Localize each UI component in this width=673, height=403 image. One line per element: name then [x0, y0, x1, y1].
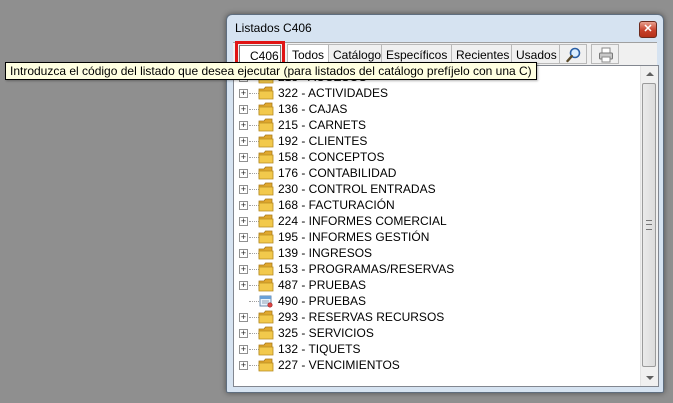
- folder-icon: [258, 262, 274, 276]
- expand-plus-icon[interactable]: +: [239, 233, 248, 242]
- folder-icon: [258, 358, 274, 372]
- expand-plus-icon[interactable]: +: [239, 137, 248, 146]
- tree-item-label: 490 - PRUEBAS: [278, 294, 367, 308]
- tab-recientes[interactable]: Recientes: [451, 44, 515, 64]
- folder-icon: [258, 86, 274, 100]
- folder-icon: [258, 182, 274, 196]
- tree-item-label: 139 - INGRESOS: [278, 246, 373, 260]
- expand-plus-icon[interactable]: +: [239, 281, 248, 290]
- scroll-down-arrow[interactable]: [641, 369, 658, 386]
- folder-icon: [258, 118, 274, 132]
- expand-plus-icon[interactable]: +: [239, 217, 248, 226]
- folder-icon: [258, 278, 274, 292]
- tree-item-label: 158 - CONCEPTOS: [278, 150, 385, 164]
- expand-plus-icon[interactable]: +: [239, 105, 248, 114]
- tree-item-label: 215 - CARNETS: [278, 118, 367, 132]
- tab-usados[interactable]: Usados: [511, 44, 562, 64]
- tab-label: Todos: [292, 48, 325, 62]
- tree-item-label: 322 - ACTIVIDADES: [278, 86, 389, 100]
- expand-plus-icon[interactable]: +: [239, 313, 248, 322]
- tree-item-label: 293 - RESERVAS RECURSOS: [278, 310, 445, 324]
- tab-label: Específicos: [386, 48, 448, 62]
- tab-todos[interactable]: Todos: [287, 44, 330, 64]
- tooltip-text: Introduzca el código del listado que des…: [10, 64, 532, 78]
- tree-item-label: 487 - PRUEBAS: [278, 278, 367, 292]
- tree-item-label: 230 - CONTROL ENTRADAS: [278, 182, 436, 196]
- close-icon: ✕: [643, 23, 653, 35]
- folder-icon: [258, 214, 274, 228]
- printer-icon: [599, 47, 613, 63]
- tree-item-label: 195 - INFORMES GESTIÓN: [278, 230, 430, 244]
- tab-especificos[interactable]: Específicos: [381, 44, 453, 64]
- expand-plus-icon[interactable]: +: [239, 185, 248, 194]
- folder-icon: [258, 134, 274, 148]
- tab-label: Catálogo: [333, 48, 382, 62]
- tree-item-label: 153 - PROGRAMAS/RESERVAS: [278, 262, 455, 276]
- folder-icon: [258, 102, 274, 116]
- code-tooltip: Introduzca el código del listado que des…: [5, 62, 537, 80]
- tree-item-label: 325 - SERVICIOS: [278, 326, 374, 340]
- tree-item-label: 192 - CLIENTES: [278, 134, 368, 148]
- folder-icon: [258, 246, 274, 260]
- window-title: Listados C406: [235, 21, 312, 35]
- vertical-scrollbar[interactable]: [640, 66, 658, 386]
- folder-icon: [258, 166, 274, 180]
- search-button[interactable]: [559, 44, 587, 64]
- tree-item-label: 168 - FACTURACIÓN: [278, 198, 395, 212]
- tree-item-label: 132 - TIQUETS: [278, 342, 361, 356]
- expand-plus-icon[interactable]: +: [239, 201, 248, 210]
- expand-plus-icon[interactable]: +: [239, 89, 248, 98]
- expand-plus-icon[interactable]: +: [239, 121, 248, 130]
- tree-item-label: 227 - VENCIMIENTOS: [278, 358, 400, 372]
- tab-catalogo[interactable]: Catálogo: [328, 44, 387, 64]
- folder-icon: [258, 310, 274, 324]
- expand-plus-icon[interactable]: +: [239, 361, 248, 370]
- tree-item-label: 224 - INFORMES COMERCIAL: [278, 214, 447, 228]
- expand-plus-icon[interactable]: +: [239, 169, 248, 178]
- report-icon: [259, 295, 273, 308]
- folder-icon: [258, 198, 274, 212]
- expand-plus-icon[interactable]: +: [239, 265, 248, 274]
- tab-label: Recientes: [456, 48, 510, 62]
- grip-icon: [646, 220, 652, 230]
- folder-icon: [258, 342, 274, 356]
- title-bar[interactable]: Listados C406 ✕: [227, 15, 663, 43]
- scrollbar-thumb[interactable]: [642, 83, 656, 367]
- scroll-up-arrow[interactable]: [641, 66, 658, 83]
- expand-plus-icon[interactable]: +: [239, 153, 248, 162]
- expand-plus-icon[interactable]: +: [239, 329, 248, 338]
- folder-icon: [258, 150, 274, 164]
- print-button[interactable]: [591, 44, 619, 64]
- close-button[interactable]: ✕: [639, 21, 657, 38]
- listados-tree[interactable]: +218 - ACCESOS+322 - ACTIVIDADES+136 - C…: [233, 65, 659, 387]
- folder-icon: [258, 326, 274, 340]
- expand-plus-icon[interactable]: +: [239, 345, 248, 354]
- tab-label: Usados: [516, 48, 557, 62]
- tree-item-label: 136 - CAJAS: [278, 102, 348, 116]
- tree-item-label: 176 - CONTABILIDAD: [278, 166, 397, 180]
- magnifier-icon: [566, 47, 581, 63]
- folder-icon: [258, 230, 274, 244]
- expand-plus-icon[interactable]: +: [239, 249, 248, 258]
